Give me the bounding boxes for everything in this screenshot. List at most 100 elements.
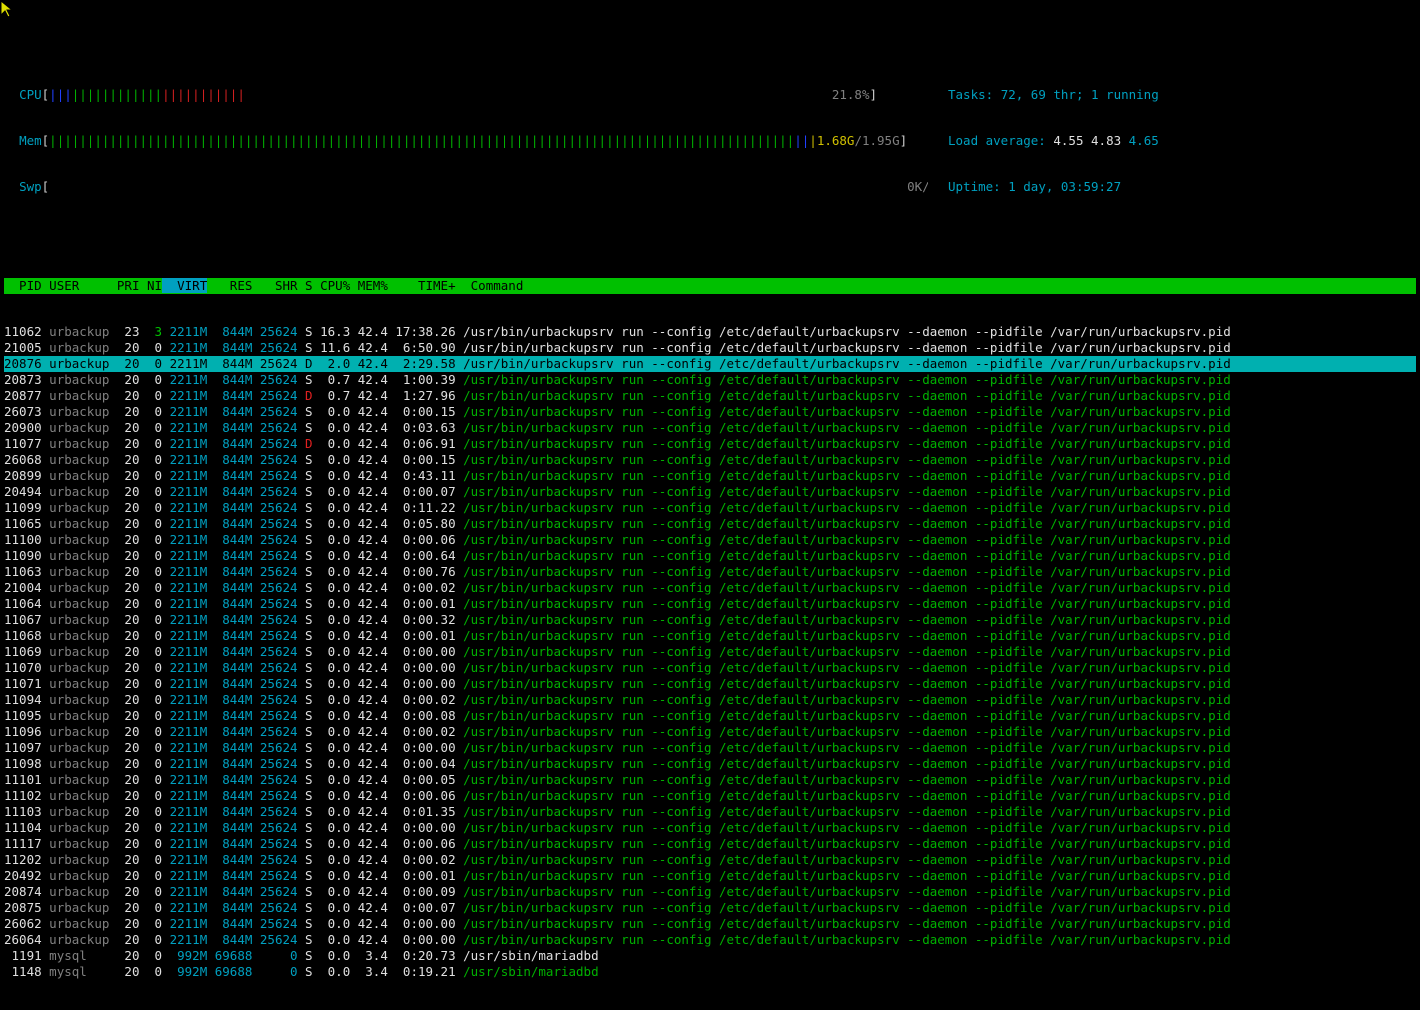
process-row[interactable]: 11104 urbackup 20 0 2211M 844M 25624 S 0… — [4, 820, 1416, 836]
column-header-ni[interactable]: NI — [139, 278, 162, 293]
process-row[interactable]: 11099 urbackup 20 0 2211M 844M 25624 S 0… — [4, 500, 1416, 516]
process-row[interactable]: 11202 urbackup 20 0 2211M 844M 25624 S 0… — [4, 852, 1416, 868]
process-row[interactable]: 11102 urbackup 20 0 2211M 844M 25624 S 0… — [4, 788, 1416, 804]
process-virt: 2211M — [162, 740, 208, 755]
column-header-command[interactable]: Command — [456, 278, 524, 293]
process-ni: 0 — [139, 516, 163, 531]
process-shr: 25624 — [252, 580, 298, 595]
process-row[interactable]: 20899 urbackup 20 0 2211M 844M 25624 S 0… — [4, 468, 1416, 484]
swp-meter: Swp[ 0K/0K] — [4, 179, 928, 195]
process-row[interactable]: 11097 urbackup 20 0 2211M 844M 25624 S 0… — [4, 740, 1416, 756]
column-header-cpu[interactable]: CPU% — [313, 278, 350, 293]
process-row[interactable]: 11067 urbackup 20 0 2211M 844M 25624 S 0… — [4, 612, 1416, 628]
process-pid: 26068 — [4, 452, 42, 467]
process-cpu: 0.0 — [312, 932, 351, 947]
process-mem: 42.4 — [350, 756, 388, 771]
process-row[interactable]: 11062 urbackup 23 3 2211M 844M 25624 S 1… — [4, 324, 1416, 340]
process-row[interactable]: 20492 urbackup 20 0 2211M 844M 25624 S 0… — [4, 868, 1416, 884]
process-row[interactable]: 11063 urbackup 20 0 2211M 844M 25624 S 0… — [4, 564, 1416, 580]
process-row[interactable]: 11065 urbackup 20 0 2211M 844M 25624 S 0… — [4, 516, 1416, 532]
process-pri: 20 — [109, 340, 140, 355]
process-shr: 25624 — [252, 692, 298, 707]
process-row[interactable]: 20877 urbackup 20 0 2211M 844M 25624 D 0… — [4, 388, 1416, 404]
process-row[interactable]: 26064 urbackup 20 0 2211M 844M 25624 S 0… — [4, 932, 1416, 948]
process-time: 0:11.22 — [387, 500, 456, 515]
process-row[interactable]: 11103 urbackup 20 0 2211M 844M 25624 S 0… — [4, 804, 1416, 820]
process-row[interactable]: 11095 urbackup 20 0 2211M 844M 25624 S 0… — [4, 708, 1416, 724]
process-mem: 42.4 — [350, 820, 388, 835]
process-res: 844M — [207, 772, 253, 787]
process-row[interactable]: 11100 urbackup 20 0 2211M 844M 25624 S 0… — [4, 532, 1416, 548]
process-row[interactable]: 11096 urbackup 20 0 2211M 844M 25624 S 0… — [4, 724, 1416, 740]
process-ni: 0 — [139, 468, 163, 483]
process-shr: 25624 — [252, 468, 298, 483]
process-row[interactable]: 20873 urbackup 20 0 2211M 844M 25624 S 0… — [4, 372, 1416, 388]
process-row[interactable]: 11071 urbackup 20 0 2211M 844M 25624 S 0… — [4, 676, 1416, 692]
load-5: 4.83 — [1091, 133, 1122, 148]
column-header-mem[interactable]: MEM% — [350, 278, 388, 293]
process-mem: 42.4 — [350, 580, 388, 595]
process-shr: 25624 — [252, 804, 298, 819]
process-user: urbackup — [41, 436, 110, 451]
process-cpu: 0.0 — [312, 884, 351, 899]
cpu-meter-value: 21.8% — [831, 87, 870, 102]
process-state: S — [297, 900, 313, 915]
process-row[interactable]: 11117 urbackup 20 0 2211M 844M 25624 S 0… — [4, 836, 1416, 852]
column-header-res[interactable]: RES — [207, 278, 253, 293]
process-row[interactable]: 20874 urbackup 20 0 2211M 844M 25624 S 0… — [4, 884, 1416, 900]
column-header-shr[interactable]: SHR — [252, 278, 298, 293]
process-row[interactable]: 20900 urbackup 20 0 2211M 844M 25624 S 0… — [4, 420, 1416, 436]
process-pid: 11097 — [4, 740, 42, 755]
process-shr: 25624 — [252, 404, 298, 419]
process-row[interactable]: 11070 urbackup 20 0 2211M 844M 25624 S 0… — [4, 660, 1416, 676]
process-shr: 25624 — [252, 900, 298, 915]
column-header-pid[interactable]: PID — [4, 278, 42, 293]
process-shr: 25624 — [252, 820, 298, 835]
column-header-time[interactable]: TIME+ — [388, 278, 456, 293]
process-user: urbackup — [41, 932, 110, 947]
process-pri: 20 — [109, 852, 140, 867]
cpu-bar-normal: |||||||||||| — [71, 87, 163, 102]
process-row[interactable]: 11098 urbackup 20 0 2211M 844M 25624 S 0… — [4, 756, 1416, 772]
process-row[interactable]: 11069 urbackup 20 0 2211M 844M 25624 S 0… — [4, 644, 1416, 660]
process-time: 0:05.80 — [387, 516, 456, 531]
process-row[interactable]: 11077 urbackup 20 0 2211M 844M 25624 D 0… — [4, 436, 1416, 452]
process-res: 844M — [207, 932, 253, 947]
process-res: 844M — [207, 404, 253, 419]
column-header-s[interactable]: S — [298, 278, 313, 293]
process-row[interactable]: 20494 urbackup 20 0 2211M 844M 25624 S 0… — [4, 484, 1416, 500]
process-shr: 25624 — [252, 868, 298, 883]
process-res: 844M — [207, 500, 253, 515]
process-cpu: 0.0 — [312, 516, 351, 531]
process-row[interactable]: 1148 mysql 20 0 992M 69688 0 S 0.0 3.4 0… — [4, 964, 1416, 980]
tasks-info: Tasks: 72, 69 thr; 1 running — [948, 87, 1159, 103]
process-row[interactable]: 11094 urbackup 20 0 2211M 844M 25624 S 0… — [4, 692, 1416, 708]
process-cpu: 0.0 — [312, 500, 351, 515]
process-row[interactable]: 20876 urbackup 20 0 2211M 844M 25624 D 2… — [4, 356, 1416, 372]
column-header-pri[interactable]: PRI — [109, 278, 140, 293]
process-mem: 3.4 — [350, 964, 388, 979]
process-row[interactable]: 11090 urbackup 20 0 2211M 844M 25624 S 0… — [4, 548, 1416, 564]
process-row[interactable]: 11068 urbackup 20 0 2211M 844M 25624 S 0… — [4, 628, 1416, 644]
process-ni: 0 — [139, 868, 163, 883]
process-row[interactable]: 20875 urbackup 20 0 2211M 844M 25624 S 0… — [4, 900, 1416, 916]
process-row[interactable]: 26062 urbackup 20 0 2211M 844M 25624 S 0… — [4, 916, 1416, 932]
process-row[interactable]: 26073 urbackup 20 0 2211M 844M 25624 S 0… — [4, 404, 1416, 420]
process-row[interactable]: 11101 urbackup 20 0 2211M 844M 25624 S 0… — [4, 772, 1416, 788]
process-shr: 25624 — [252, 676, 298, 691]
column-header-virt[interactable]: VIRT — [162, 278, 208, 293]
process-state: S — [297, 580, 313, 595]
process-row[interactable]: 21004 urbackup 20 0 2211M 844M 25624 S 0… — [4, 580, 1416, 596]
process-cpu: 0.0 — [312, 948, 351, 963]
process-res: 844M — [207, 676, 253, 691]
process-row[interactable]: 11064 urbackup 20 0 2211M 844M 25624 S 0… — [4, 596, 1416, 612]
process-ni: 0 — [139, 916, 163, 931]
cpu-meter: CPU[|||||||||||||||||||||||||| 21.8%] — [19, 87, 878, 102]
process-virt: 2211M — [162, 388, 208, 403]
process-row[interactable]: 1191 mysql 20 0 992M 69688 0 S 0.0 3.4 0… — [4, 948, 1416, 964]
process-row[interactable]: 21005 urbackup 20 0 2211M 844M 25624 S 1… — [4, 340, 1416, 356]
process-cpu: 16.3 — [312, 324, 351, 339]
column-header-user[interactable]: USER — [42, 278, 110, 293]
process-res: 844M — [207, 580, 253, 595]
process-row[interactable]: 26068 urbackup 20 0 2211M 844M 25624 S 0… — [4, 452, 1416, 468]
